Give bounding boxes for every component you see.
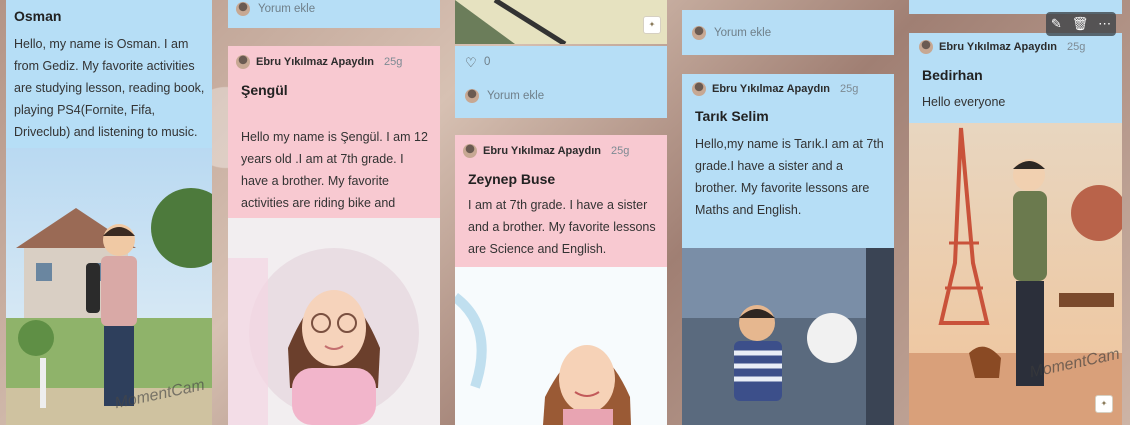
post-image-bedirhan[interactable]: MomentCam ✦	[909, 123, 1122, 425]
author-avatar	[919, 40, 933, 54]
user-avatar	[236, 2, 250, 16]
girl-illustration	[228, 218, 440, 425]
post-text: Hello,my name is Tarık.I am at 7th grade…	[695, 137, 884, 217]
post-author: Ebru Yıkılmaz Apaydın 25g	[236, 55, 402, 69]
post-title: Şengül	[241, 82, 288, 98]
post-image-previous[interactable]: ✦	[455, 0, 667, 44]
delete-icon[interactable]: 🗑	[1072, 16, 1089, 32]
post-text: Hello, my name is Osman. I am from Gediz…	[14, 37, 205, 139]
post-previous-footer[interactable]: Yorum ekle	[228, 0, 440, 28]
post-title: Osman	[14, 8, 62, 24]
like-count: 0	[484, 56, 491, 68]
post-sengul[interactable]: Ebru Yıkılmaz Apaydın 25g Şengül Hello m…	[228, 46, 440, 232]
post-osman[interactable]: Osman Hello, my name is Osman. I am from…	[6, 0, 212, 148]
like-icon[interactable]: ♡	[465, 55, 477, 71]
post-tarik-selim[interactable]: Ebru Yıkılmaz Apaydın 25g Tarık Selim He…	[682, 74, 894, 248]
user-avatar	[465, 89, 479, 103]
post-action-toolbar: ✎ 🗑 ⋯	[1046, 12, 1116, 36]
add-comment[interactable]: Yorum ekle	[692, 26, 771, 40]
post-author: Ebru Yıkılmaz Apaydın 25g	[919, 40, 1085, 54]
padlet-board: Osman Hello, my name is Osman. I am from…	[0, 0, 1130, 425]
post-title: Tarık Selim	[695, 108, 769, 124]
post-previous-footer[interactable]: Yorum ekle	[682, 10, 894, 55]
post-zeynep-buse[interactable]: Ebru Yıkılmaz Apaydın 25g Zeynep Buse I …	[455, 135, 667, 267]
post-image-zeynep[interactable]	[455, 267, 667, 425]
post-bedirhan[interactable]: Ebru Yıkılmaz Apaydın 25g Bedirhan Hello…	[909, 33, 1122, 123]
more-options-icon[interactable]: ⋯	[1098, 16, 1111, 32]
boy-illustration	[682, 248, 894, 425]
post-image-sengul[interactable]	[228, 218, 440, 425]
post-image-tarik[interactable]	[682, 248, 894, 425]
author-avatar	[692, 82, 706, 96]
post-text: Hello everyone	[922, 95, 1006, 109]
post-title: Zeynep Buse	[468, 171, 556, 187]
post-author: Ebru Yıkılmaz Apaydın 25g	[692, 82, 858, 96]
user-avatar	[692, 26, 706, 40]
post-text: I am at 7th grade. I have a sister and a…	[468, 198, 656, 256]
app-badge: ✦	[643, 16, 661, 34]
edit-icon[interactable]: ✎	[1051, 16, 1062, 32]
add-comment[interactable]: Yorum ekle	[465, 89, 544, 103]
author-avatar	[463, 144, 477, 158]
post-author: Ebru Yıkılmaz Apaydın 25g	[463, 144, 629, 158]
girl-illustration	[455, 267, 667, 425]
author-avatar	[236, 55, 250, 69]
app-badge: ✦	[1095, 395, 1113, 413]
eiffel-illustration	[909, 123, 1122, 425]
post-previous-footer[interactable]: ♡ 0 Yorum ekle	[455, 46, 667, 118]
post-image-osman[interactable]: MomentCam	[6, 148, 212, 425]
previous-image	[455, 0, 667, 44]
post-title: Bedirhan	[922, 67, 983, 83]
add-comment[interactable]: Yorum ekle	[236, 2, 315, 16]
